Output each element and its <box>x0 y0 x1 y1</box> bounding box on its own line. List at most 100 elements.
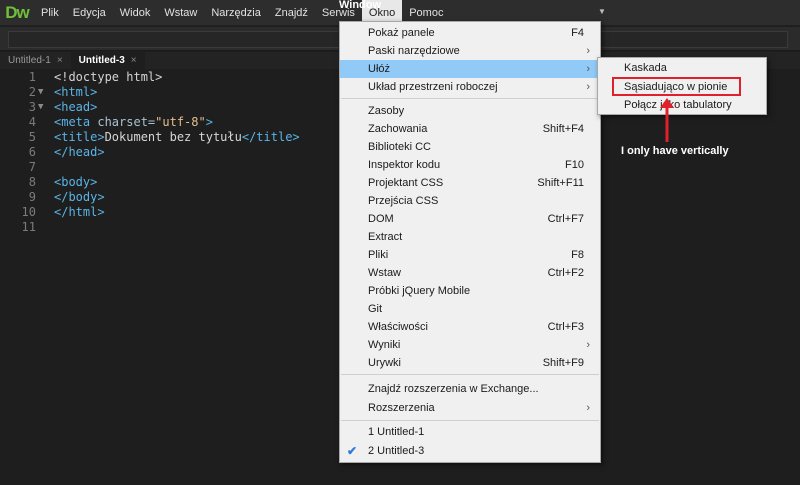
tab-untitled-3[interactable]: Untitled-3 × <box>70 52 145 69</box>
menu-item-uklad-przestrzeni[interactable]: Układ przestrzeni roboczej › <box>340 78 600 96</box>
menu-plik[interactable]: Plik <box>34 0 66 26</box>
menu-item-label: Rozszerzenia <box>368 402 435 414</box>
code-text: <body> <box>54 175 98 189</box>
line-number: 2 <box>28 85 36 99</box>
menu-znajdz[interactable]: Znajdź <box>268 0 315 26</box>
menu-separator <box>341 98 599 99</box>
line-number: 7 <box>28 160 36 174</box>
line-number: 11 <box>21 220 36 234</box>
menu-item-pokaz-panele[interactable]: Pokaż panele F4 <box>340 24 600 42</box>
menu-item-label: Wyniki <box>368 339 401 351</box>
line-number: 8 <box>28 175 36 189</box>
menu-item-wstaw[interactable]: Wstaw Ctrl+F2 <box>340 264 600 282</box>
menu-item-label: Projektant CSS <box>368 177 444 189</box>
menu-item-label: Znajdź rozszerzenia w Exchange... <box>368 383 539 395</box>
menu-item-label: Git <box>368 303 383 315</box>
menu-item-shortcut: Ctrl+F3 <box>547 321 584 333</box>
menu-edycja[interactable]: Edycja <box>66 0 113 26</box>
close-icon[interactable]: × <box>131 52 137 69</box>
annotation-arrow-icon <box>660 98 674 142</box>
menu-widok[interactable]: Widok <box>113 0 158 26</box>
submenu-item-kaskada[interactable]: Kaskada <box>598 59 766 77</box>
code-line: 11 <box>0 220 340 235</box>
menu-item-inspektor-kodu[interactable]: Inspektor kodu F10 <box>340 156 600 174</box>
submenu-item-polacz-jako-tabulatory[interactable]: Połącz jako tabulatory <box>598 96 766 114</box>
code-line: 6 </head> <box>0 145 340 160</box>
close-icon[interactable]: × <box>57 52 63 69</box>
menu-item-label: Paski narzędziowe <box>368 45 460 57</box>
tab-label: Untitled-3 <box>78 55 125 66</box>
chevron-right-icon: › <box>586 81 590 93</box>
menu-item-rozszerzenia[interactable]: Rozszerzenia › <box>340 399 600 417</box>
menu-item-shortcut: F4 <box>571 27 584 39</box>
code-line: 3 ▼ <head> <box>0 100 340 115</box>
menu-item-przejscia-css[interactable]: Przejścia CSS <box>340 192 600 210</box>
line-number: 4 <box>28 115 36 129</box>
annotation-note: I only have vertically <box>621 145 729 157</box>
menu-item-biblioteki-cc[interactable]: Biblioteki CC <box>340 138 600 156</box>
code-text: <!doctype html> <box>54 70 163 84</box>
code-line: 5 <title>Dokument bez tytułu</title> <box>0 130 340 145</box>
menu-item-extract[interactable]: Extract <box>340 228 600 246</box>
code-line: 7 <box>0 160 340 175</box>
annotation-window-label: Window <box>339 0 382 11</box>
menu-item-label: Biblioteki CC <box>368 141 431 153</box>
menu-item-shortcut: Shift+F4 <box>542 123 584 135</box>
menu-item-pliki[interactable]: Pliki F8 <box>340 246 600 264</box>
menu-item-urywki[interactable]: Urywki Shift+F9 <box>340 354 600 372</box>
chevron-right-icon: › <box>586 402 590 414</box>
chevron-right-icon: › <box>586 63 590 75</box>
menu-item-label: Urywki <box>368 357 401 369</box>
menu-item-paski-narzedziowe[interactable]: Paski narzędziowe › <box>340 42 600 60</box>
code-text: <title>Dokument bez tytułu</title> <box>54 130 300 144</box>
menu-item-uloz[interactable]: Ułóż › <box>340 60 600 78</box>
fold-arrow-icon[interactable]: ▼ <box>38 85 43 100</box>
menu-item-label: Zachowania <box>368 123 428 135</box>
menu-separator <box>341 374 599 375</box>
line-number: 1 <box>28 70 36 84</box>
dreamweaver-logo: Dw <box>5 2 30 22</box>
annotation-highlight-box <box>612 77 741 96</box>
menu-item-label: 2 Untitled-3 <box>368 445 425 457</box>
code-text: </html> <box>54 205 105 219</box>
menu-item-projektant-css[interactable]: Projektant CSS Shift+F11 <box>340 174 600 192</box>
code-line: 9 </body> <box>0 190 340 205</box>
menu-item-window-untitled-3[interactable]: ✔ 2 Untitled-3 <box>340 442 600 460</box>
line-number: 9 <box>28 190 36 204</box>
menu-item-wyniki[interactable]: Wyniki › <box>340 336 600 354</box>
menu-item-zachowania[interactable]: Zachowania Shift+F4 <box>340 120 600 138</box>
menu-wstaw[interactable]: Wstaw <box>157 0 204 26</box>
menu-item-shortcut: Ctrl+F7 <box>547 213 584 225</box>
menu-item-shortcut: F10 <box>565 159 584 171</box>
code-text: </body> <box>54 190 105 204</box>
fold-arrow-icon[interactable]: ▼ <box>38 100 43 115</box>
menu-item-zasoby[interactable]: Zasoby <box>340 102 600 120</box>
menu-item-label: 1 Untitled-1 <box>368 426 425 438</box>
line-number: 3 <box>28 100 36 114</box>
code-line: 4 <meta charset="utf-8"> <box>0 115 340 130</box>
menu-item-shortcut: Shift+F11 <box>537 177 584 189</box>
line-number: 10 <box>21 205 36 219</box>
menu-item-label: Extract <box>368 231 403 243</box>
code-text: <head> <box>54 100 98 114</box>
code-line: 10 </html> <box>0 205 340 220</box>
line-number: 6 <box>28 145 36 159</box>
code-line: 2 ▼ <html> <box>0 85 340 100</box>
menu-item-window-untitled-1[interactable]: 1 Untitled-1 <box>340 423 600 441</box>
code-editor[interactable]: 1 <!doctype html> 2 ▼ <html> 3 ▼ <head> 4 <met… <box>0 70 340 485</box>
menu-item-label: Wstaw <box>368 267 401 279</box>
menu-item-dom[interactable]: DOM Ctrl+F7 <box>340 210 600 228</box>
code-text: </head> <box>54 145 105 159</box>
line-number: 5 <box>28 130 36 144</box>
chevron-down-icon[interactable]: ▼ <box>598 7 606 16</box>
menu-separator <box>341 420 599 421</box>
menu-item-shortcut: F8 <box>571 249 584 261</box>
menu-item-git[interactable]: Git <box>340 300 600 318</box>
menu-narzedzia[interactable]: Narzędzia <box>204 0 268 26</box>
menu-item-wlasciwosci[interactable]: Właściwości Ctrl+F3 <box>340 318 600 336</box>
tab-untitled-1[interactable]: Untitled-1 × <box>0 52 71 69</box>
menu-item-znajdz-rozszerzenia[interactable]: Znajdź rozszerzenia w Exchange... <box>340 380 600 398</box>
code-line: 1 <!doctype html> <box>0 70 340 85</box>
menu-item-probki-jquery[interactable]: Próbki jQuery Mobile <box>340 282 600 300</box>
code-text: <meta charset="utf-8"> <box>54 115 213 129</box>
